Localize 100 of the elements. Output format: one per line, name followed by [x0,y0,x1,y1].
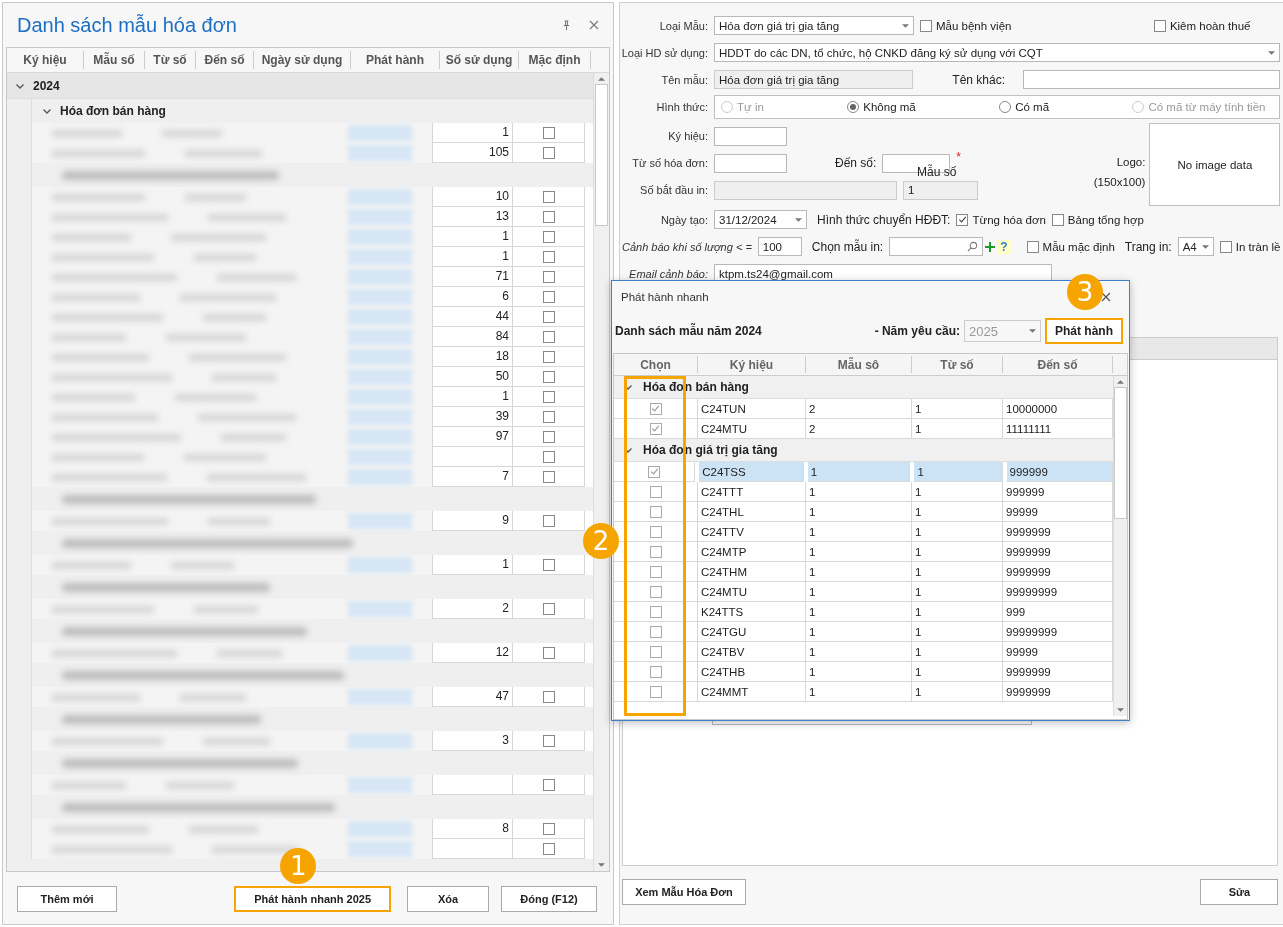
action-button[interactable]: Xóa [407,886,489,912]
checkbox[interactable] [542,450,555,463]
checkbox[interactable] [542,514,555,527]
column-header[interactable]: Đến số [196,51,254,69]
dropdown-arrow-icon[interactable] [1201,244,1209,249]
column-header[interactable]: Từ số [145,51,196,69]
help-icon[interactable]: ? [997,239,1011,254]
checkbox[interactable] [1153,19,1166,32]
checkbox[interactable] [542,330,555,343]
dropdown-arrow-icon[interactable] [1268,50,1276,55]
checkbox-label[interactable]: Mẫu mặc định [1026,240,1115,253]
table-row[interactable]: C24MMT 1 1 9999999 [614,682,1113,702]
action-button[interactable]: Thêm mới [17,886,117,912]
checkbox[interactable] [542,690,555,703]
checkbox[interactable] [649,585,662,598]
text-field[interactable] [1023,70,1281,89]
column-header[interactable]: Ký hiệu [7,51,84,69]
action-button[interactable]: Xem Mẫu Hóa Đơn [622,879,746,905]
dropdown-arrow-icon[interactable] [795,217,802,222]
checkbox[interactable] [649,545,662,558]
table-row[interactable]: C24TTT 1 1 999999 [614,482,1113,502]
checkbox[interactable] [649,625,662,638]
column-header[interactable]: Từ số [912,356,1003,373]
checkbox[interactable] [1026,240,1039,253]
scroll-thumb[interactable] [1114,387,1127,519]
checkbox[interactable] [956,213,969,226]
checkbox[interactable] [648,465,661,478]
checkbox[interactable] [542,390,555,403]
chevron-icon[interactable] [42,106,52,116]
checkbox[interactable] [542,250,555,263]
scroll-down-icon[interactable] [1117,708,1124,712]
checkbox[interactable] [542,778,555,791]
close-icon[interactable] [1101,292,1111,302]
checkbox[interactable] [542,430,555,443]
radio-option[interactable]: Có mã [999,100,1050,113]
text-field[interactable] [714,153,787,173]
checkbox[interactable] [649,402,662,415]
table-row[interactable]: C24THB 1 1 9999999 [614,662,1113,682]
checkbox[interactable] [649,665,662,678]
checkbox[interactable] [542,822,555,835]
column-header[interactable]: Ngày sử dụng [254,51,351,69]
checkbox-label[interactable]: Kiêm hoàn thuế [1153,19,1251,32]
scroll-up-icon[interactable] [1117,380,1124,384]
checkbox[interactable] [542,310,555,323]
scroll-up-icon[interactable] [598,77,606,81]
table-row[interactable]: C24THM 1 1 9999999 [614,562,1113,582]
checkbox[interactable] [542,190,555,203]
column-header[interactable]: Mẫu số [84,51,145,69]
dropdown-field[interactable]: A4 [1177,237,1214,256]
checkbox[interactable] [542,470,555,483]
dropdown-field[interactable]: Hóa đơn giá trị gia tăng [714,16,914,35]
checkbox[interactable] [542,558,555,571]
table-row[interactable]: C24TUN 2 1 10000000 [614,399,1113,419]
checkbox[interactable] [649,685,662,698]
column-header[interactable]: Mặc định [519,51,591,69]
close-icon[interactable] [589,20,599,30]
checkbox-label[interactable]: In tràn lề [1219,240,1281,253]
scroll-down-icon[interactable] [598,863,606,867]
checkbox[interactable] [542,230,555,243]
checkbox[interactable] [649,485,662,498]
checkbox[interactable] [542,602,555,615]
checkbox[interactable] [542,646,555,659]
checkbox[interactable] [542,410,555,423]
table-row[interactable]: C24MTP 1 1 9999999 [614,542,1113,562]
pin-icon[interactable] [562,19,571,31]
checkbox[interactable] [920,19,932,32]
action-button[interactable]: Đóng (F12) [501,886,597,912]
table-row[interactable]: C24THL 1 1 99999 [614,502,1113,522]
search-icon[interactable] [967,241,979,252]
scrollbar[interactable] [593,73,609,871]
checkbox[interactable] [1219,240,1232,253]
text-field[interactable]: 100 [757,237,802,256]
plus-icon[interactable] [985,241,996,252]
table-row[interactable]: C24TSS 1 1 999999 [614,462,1113,482]
checkbox-label[interactable]: Từng hóa đơn [956,213,1046,226]
search-field[interactable] [889,237,984,256]
checkbox[interactable] [542,370,555,383]
checkbox[interactable] [649,422,662,435]
checkbox[interactable] [542,350,555,363]
text-field[interactable] [714,126,787,146]
checkbox[interactable] [649,645,662,658]
checkbox[interactable] [542,126,555,139]
dropdown-field[interactable]: HDDT do các DN, tổ chức, hộ CNKD đăng ký sử dụng với CQT [714,43,1281,62]
dropdown-arrow-icon[interactable] [902,23,909,28]
checkbox[interactable] [542,290,555,303]
checkbox[interactable] [649,505,662,518]
group-row[interactable]: 2024 [7,73,594,99]
radio-option[interactable]: Không mã [847,100,916,113]
checkbox[interactable] [542,210,555,223]
checkbox[interactable] [542,734,555,747]
table-row[interactable]: K24TTS 1 1 999 [614,602,1113,622]
checkbox[interactable] [1051,213,1064,226]
checkbox[interactable] [649,565,662,578]
table-row[interactable]: C24TTV 1 1 9999999 [614,522,1113,542]
table-row[interactable]: C24TBV 1 1 99999 [614,642,1113,662]
image-field[interactable]: No image data [1149,123,1281,206]
checkbox[interactable] [649,525,662,538]
checkbox-label[interactable]: Mẫu bệnh viện [920,19,1012,32]
checkbox[interactable] [542,842,555,855]
column-header[interactable]: Đến số [1003,356,1113,373]
